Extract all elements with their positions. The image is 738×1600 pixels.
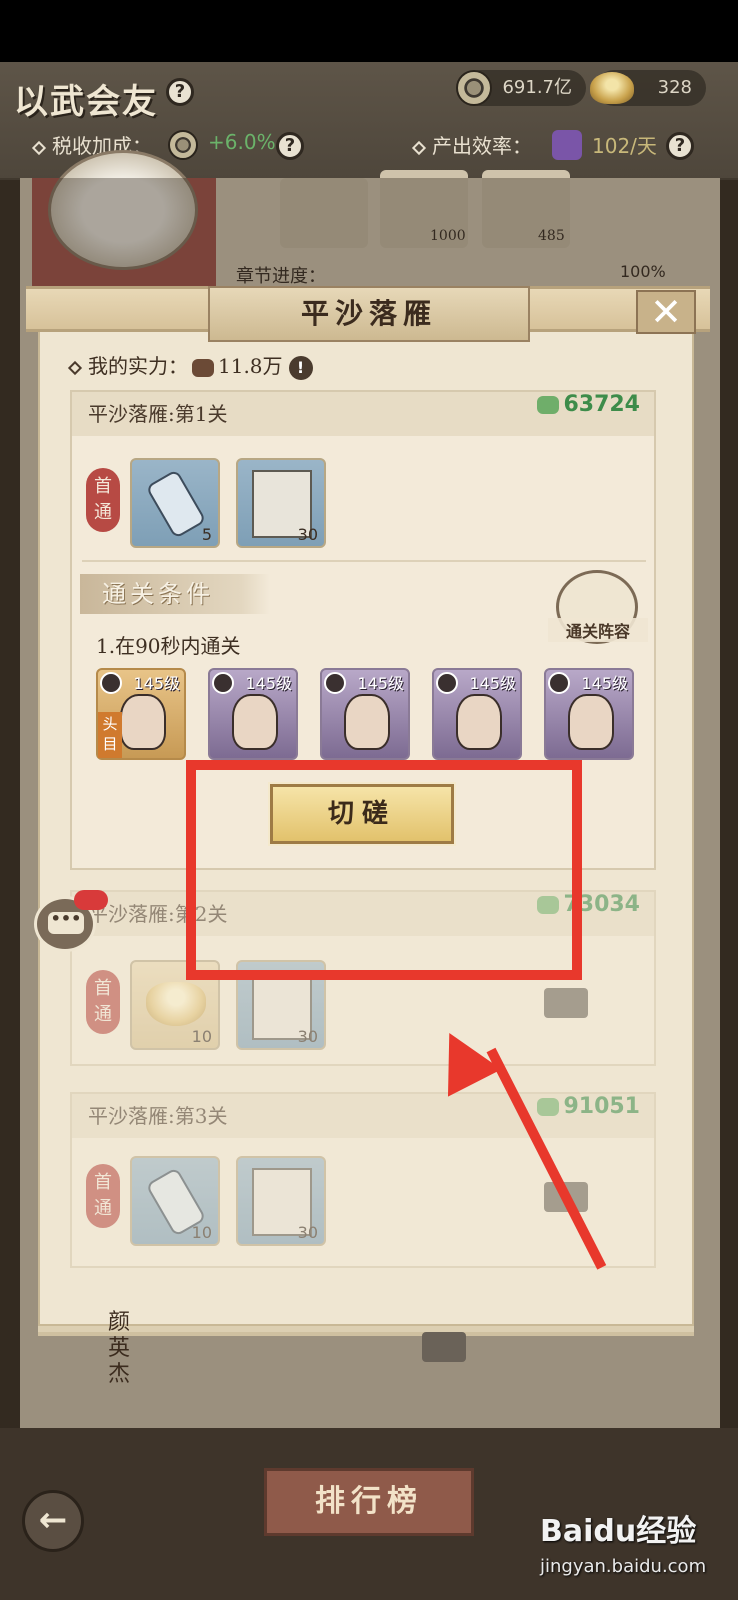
fist-icon [537, 1098, 560, 1116]
class-icon [436, 672, 458, 694]
conditions-banner: 通关条件 [80, 574, 270, 614]
lock-icon [544, 988, 588, 1018]
clear-condition: 1.在90秒内通关 [96, 634, 241, 658]
stage-power-value: 91051 [563, 1094, 640, 1119]
title-help-icon[interactable]: ? [166, 78, 194, 106]
coin-icon [456, 70, 492, 106]
hero-card[interactable]: 145级 [208, 668, 298, 760]
output-icon [552, 130, 582, 160]
reward-scroll[interactable]: 5 [130, 458, 220, 548]
hero-card[interactable]: 145级 [544, 668, 634, 760]
first-clear-badge: 首通 [86, 468, 120, 532]
page-title: 以武会友 [14, 82, 158, 122]
lock-icon [422, 1332, 466, 1362]
tax-help-icon[interactable]: ? [276, 132, 304, 160]
chat-icon: ••• [48, 911, 84, 934]
hero-portrait [344, 694, 390, 750]
fist-icon [192, 358, 214, 377]
hero-level: 145级 [245, 674, 292, 693]
stage-power: 63724 [533, 392, 640, 417]
class-icon [212, 672, 234, 694]
scroll-icon [145, 469, 207, 539]
back-button[interactable]: ← [22, 1490, 84, 1552]
class-icon [324, 672, 346, 694]
reward-book[interactable]: 30 [236, 458, 326, 548]
dialog-title: 平沙落雁 [208, 286, 530, 342]
stage-power: 91051 [533, 1094, 640, 1119]
fist-icon [537, 396, 560, 414]
hero-portrait [232, 694, 278, 750]
hero-card[interactable]: 145级 [432, 668, 522, 760]
gold-ingot-icon [146, 982, 206, 1026]
reward-qty: 5 [201, 525, 212, 544]
hero-portrait [456, 694, 502, 750]
reward-qty: 10 [191, 1223, 212, 1242]
coin-value: 691.7亿 [502, 77, 572, 98]
info-icon[interactable]: ! [288, 355, 313, 380]
stage-name: 平沙落雁:第3关 [88, 1104, 228, 1128]
chat-notification-badge [74, 890, 108, 910]
reward-qty: 10 [191, 1027, 212, 1046]
my-power: 我的实力： 11.8万! [67, 350, 313, 380]
gold-ingot-icon [590, 72, 634, 104]
annotation-highlight-box [186, 760, 582, 980]
tax-value: +6.0% [208, 130, 276, 154]
reward-qty: 30 [297, 525, 318, 544]
reward-qty: 30 [297, 1223, 318, 1242]
hero-level: 145级 [357, 674, 404, 693]
hero-card[interactable]: 145级 [320, 668, 410, 760]
hero-card[interactable]: 145级 头目 [96, 668, 186, 760]
side-character-name: 颜英杰 [108, 1310, 131, 1387]
first-clear-badge: 首通 [86, 1164, 120, 1228]
watermark-logo: Baidu经验 [540, 1514, 697, 1549]
close-icon: ✕ [650, 290, 682, 334]
power-label: 我的实力： [88, 354, 188, 378]
divider [82, 560, 646, 562]
leaderboard-button[interactable]: 排行榜 [264, 1468, 474, 1536]
hero-level: 145级 [469, 674, 516, 693]
hero-portrait [568, 694, 614, 750]
stage-name: 平沙落雁:第1关 [88, 402, 228, 426]
diamond-icon [411, 140, 427, 155]
team-lineup-label[interactable]: 通关阵容 [548, 618, 648, 642]
class-icon [100, 672, 122, 694]
output-label: 产出效率： [432, 134, 532, 158]
reward-book[interactable]: 30 [236, 1156, 326, 1246]
stage-header: 平沙落雁:第1关 63724 [72, 392, 654, 436]
first-clear-badge: 首通 [86, 970, 120, 1034]
class-icon [548, 672, 570, 694]
leader-tag: 头目 [98, 712, 122, 758]
stage-power-value: 63724 [563, 392, 640, 417]
hero-level: 145级 [581, 674, 628, 693]
diamond-icon [31, 140, 47, 155]
output-efficiency: 产出效率： [411, 130, 532, 159]
back-arrow-icon: ← [38, 1500, 68, 1540]
power-value: 11.8万 [218, 354, 283, 378]
status-bar [0, 0, 738, 62]
output-value: 102/天 [592, 134, 657, 158]
output-help-icon[interactable]: ? [666, 132, 694, 160]
stage-header: 平沙落雁:第3关 91051 [72, 1094, 654, 1138]
hero-portrait [120, 694, 166, 750]
watermark-url: jingyan.baidu.com [540, 1556, 707, 1577]
stage-card-3: 平沙落雁:第3关 91051 首通 10 30 [70, 1092, 656, 1268]
reward-qty: 30 [297, 1027, 318, 1046]
coin-icon [168, 130, 198, 160]
hero-level: 145级 [133, 674, 180, 693]
close-button[interactable]: ✕ [636, 290, 696, 334]
ingot-value: 328 [657, 77, 692, 98]
reward-scroll[interactable]: 10 [130, 1156, 220, 1246]
diamond-icon [67, 360, 83, 375]
